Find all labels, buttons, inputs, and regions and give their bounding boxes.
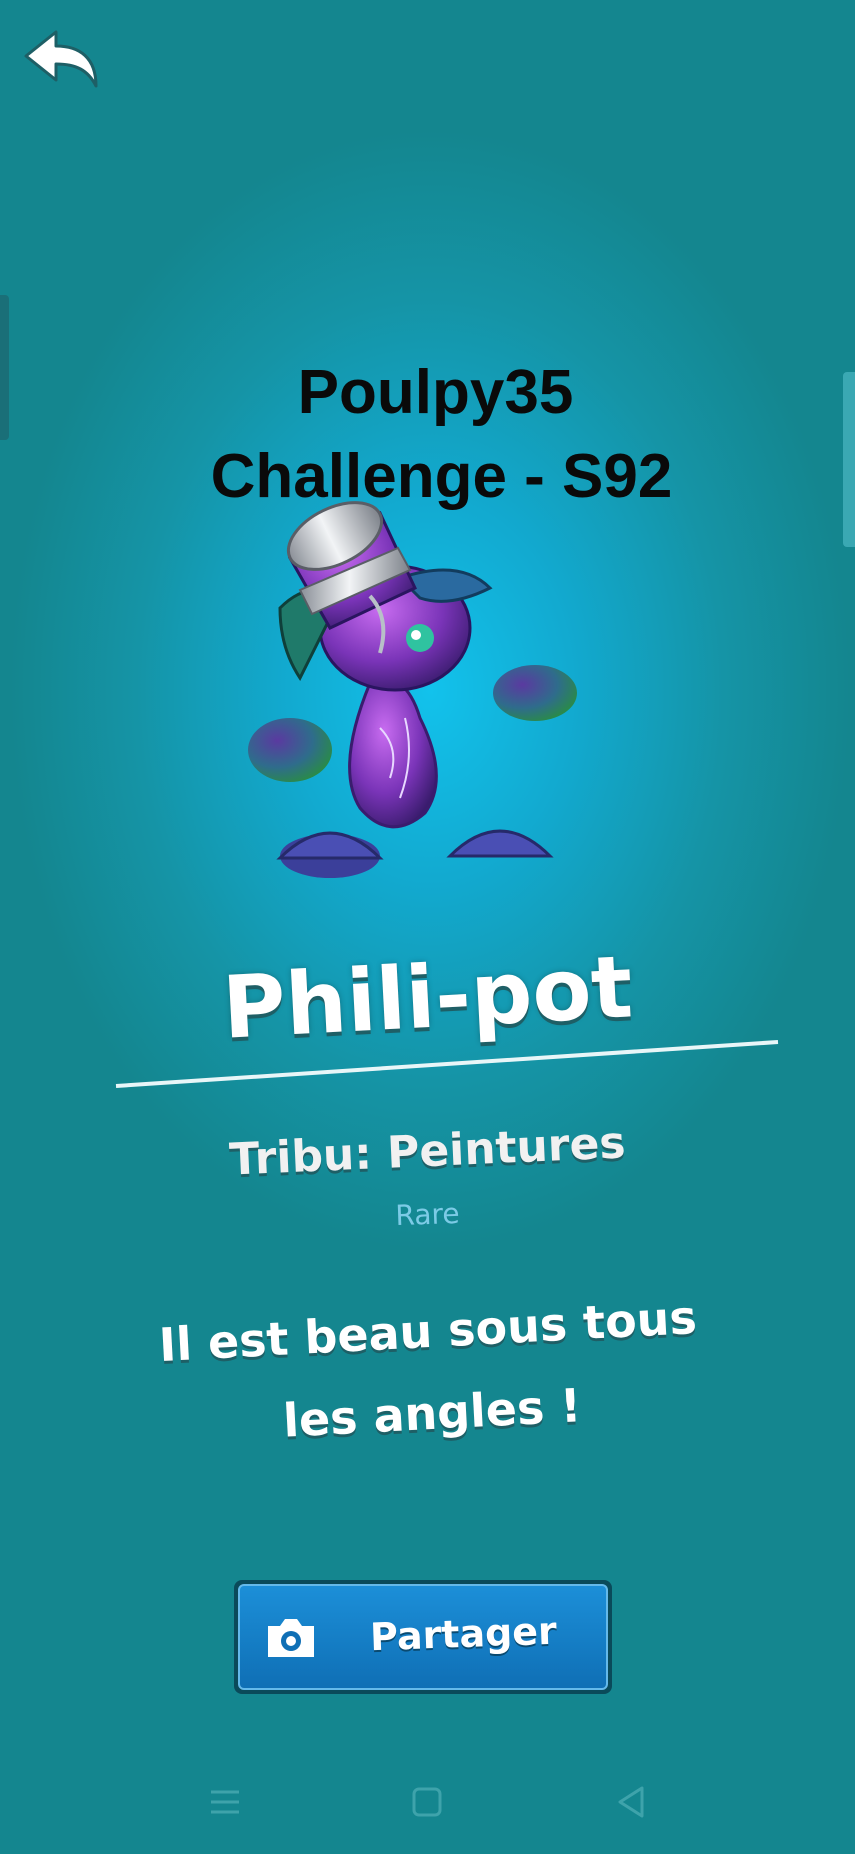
- home-square-icon[interactable]: [407, 1782, 447, 1822]
- background: [0, 0, 855, 1854]
- menu-icon[interactable]: [205, 1782, 245, 1822]
- share-button-face: Partager: [238, 1584, 608, 1690]
- back-button[interactable]: [22, 28, 102, 94]
- share-label: Partager: [369, 1608, 558, 1660]
- back-arrow-icon: [24, 30, 98, 88]
- camera-icon: [268, 1619, 314, 1657]
- back-triangle-icon[interactable]: [612, 1782, 652, 1822]
- creature-image: [248, 501, 577, 878]
- system-navigation-bar: [0, 1760, 855, 1854]
- creature-description: Il est beau sous tous les angles !: [157, 1290, 699, 1448]
- player-name: Poulpy35: [297, 358, 574, 427]
- divider: [115, 1040, 779, 1088]
- share-button[interactable]: Partager: [234, 1580, 612, 1694]
